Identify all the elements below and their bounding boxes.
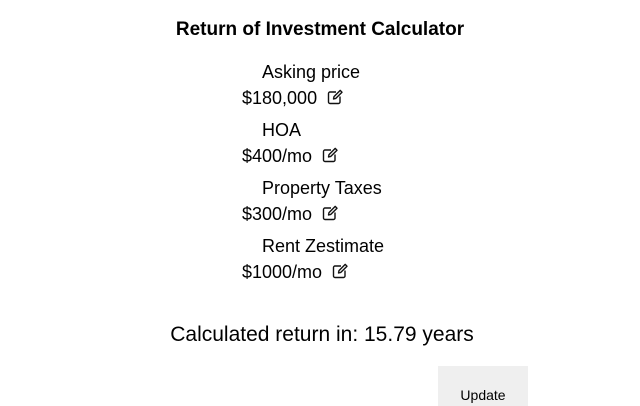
asking-price-value-row: $180,000 [242,87,343,109]
hoa-label: HOA [262,120,302,140]
edit-icon[interactable] [327,89,343,105]
rent-zestimate-label: Rent Zestimate [262,236,385,256]
update-button[interactable]: Update [438,366,528,406]
calculated-return-text: Calculated return in: 15.79 years [170,323,474,346]
hoa-value-row: $400/mo [242,145,338,167]
page-title: Return of Investment Calculator [175,19,465,40]
hoa-value: $400/mo [242,146,313,166]
rent-zestimate-value-row: $1000/mo [242,261,348,283]
edit-icon[interactable] [322,205,338,221]
rent-zestimate-value: $1000/mo [242,262,323,282]
asking-price-label: Asking price [262,62,361,82]
asking-price-value: $180,000 [242,88,318,108]
edit-icon[interactable] [332,263,348,279]
property-taxes-value-row: $300/mo [242,203,338,225]
property-taxes-value: $300/mo [242,204,313,224]
edit-icon[interactable] [322,147,338,163]
property-taxes-label: Property Taxes [262,178,382,198]
